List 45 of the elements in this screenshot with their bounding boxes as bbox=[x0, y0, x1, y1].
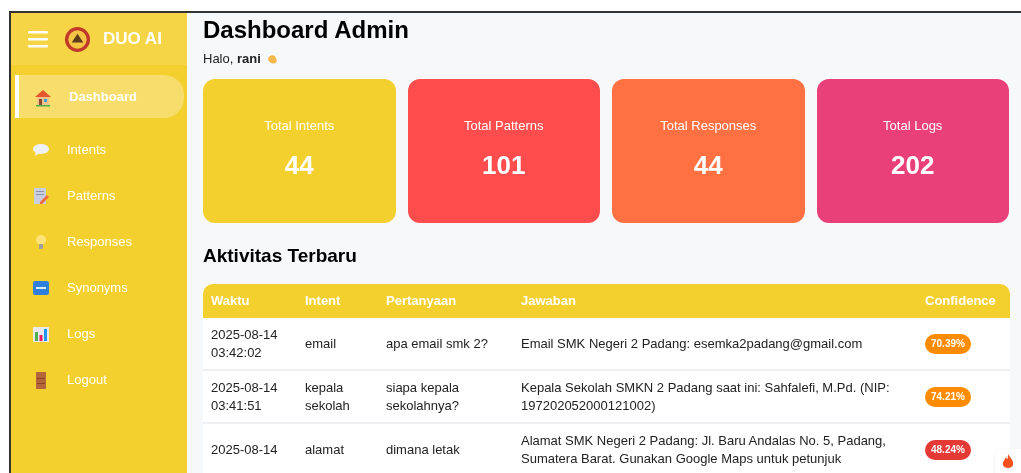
table-cell-text: Kepala Sekolah SMKN 2 Padang saat ini: Sahfalefi, M.Pd. (NIP: 197202052000121002) bbox=[521, 378, 891, 415]
page-title: Dashboard Admin bbox=[203, 15, 410, 45]
stat-label: Total Logs bbox=[883, 117, 943, 136]
column-header: Waktu bbox=[211, 292, 251, 311]
stat-value: 202 bbox=[891, 148, 935, 182]
nav-item[interactable]: Logout bbox=[15, 366, 184, 394]
nav-item[interactable]: Synonyms bbox=[15, 274, 184, 302]
column-header: Confidence bbox=[925, 292, 997, 311]
column-header: Intent bbox=[305, 292, 342, 311]
confidence-badge: 48.24% bbox=[925, 439, 971, 460]
confidence-badge: 70.39% bbox=[925, 333, 971, 354]
nav-item[interactable]: Intents bbox=[15, 136, 184, 164]
stat-label: Total Patterns bbox=[464, 117, 544, 136]
table-cell-text: siapa kepala sekolahnya? bbox=[386, 378, 460, 415]
table-cell-text: Alamat SMK Negeri 2 Padang: Jl. Baru Andalas No. 5, Padang, Sumatera Barat. Gunakan Google Maps untuk petunjuk bbox=[521, 431, 887, 468]
table-cell-text: 2025-08-14 03:42:02 bbox=[211, 325, 279, 362]
table-cell-text: email bbox=[305, 334, 338, 353]
brand-name: DUO AI bbox=[103, 28, 162, 51]
school-emblem-icon bbox=[64, 25, 91, 53]
stat-value: 44 bbox=[693, 148, 723, 182]
stat-label: Total Intents bbox=[264, 117, 335, 136]
stat-value: 101 bbox=[482, 148, 526, 182]
table-cell-text: kepala sekolah bbox=[305, 378, 351, 415]
bar-chart-icon bbox=[31, 324, 51, 344]
nav-item[interactable]: Logs bbox=[15, 320, 184, 348]
confidence-badge: 74.21% bbox=[925, 386, 971, 407]
table-cell-text: alamat bbox=[305, 440, 346, 459]
column-header: Pertanyaan bbox=[386, 292, 458, 311]
greeting: Halo, rani bbox=[203, 50, 261, 68]
section-title: Aktivitas Terbaru bbox=[203, 243, 358, 268]
flame-icon bbox=[1002, 454, 1014, 470]
stat-value: 44 bbox=[284, 148, 314, 182]
floating-button[interactable] bbox=[995, 449, 1021, 473]
table-cell-text: apa email smk 2? bbox=[386, 334, 489, 353]
nav-item[interactable]: Responses bbox=[15, 228, 184, 256]
document-pencil-icon bbox=[31, 186, 51, 206]
table-cell-text: 2025-08-14 03:41:51 bbox=[211, 378, 279, 415]
nav-item[interactable]: Patterns bbox=[15, 182, 184, 210]
stat-label: Total Responses bbox=[660, 117, 757, 136]
table-cell-text: Email SMK Negeri 2 Padang: esemka2padang@gmail.com bbox=[521, 334, 864, 353]
keyboard-key-icon bbox=[31, 278, 51, 298]
column-header: Jawaban bbox=[521, 292, 577, 311]
nav-item[interactable]: Dashboard bbox=[15, 75, 184, 118]
table-cell-text: dimana letak bbox=[386, 440, 461, 459]
table-cell-text: 2025-08-14 bbox=[211, 440, 279, 459]
